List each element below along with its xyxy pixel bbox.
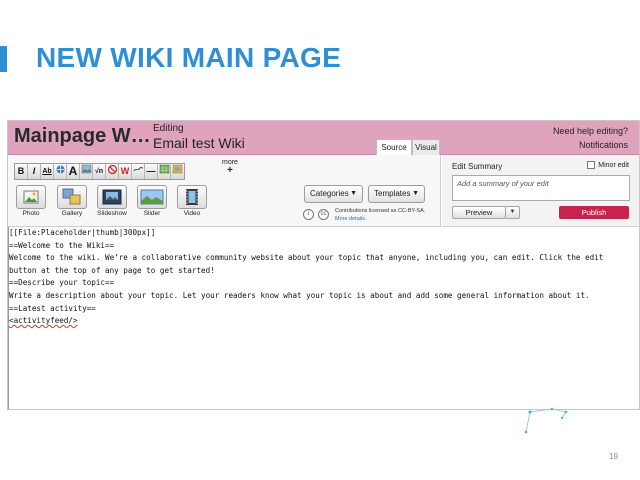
horizontal-rule-icon[interactable]: — bbox=[145, 164, 158, 179]
slideshow-icon bbox=[97, 185, 127, 209]
publish-button[interactable]: Publish bbox=[559, 206, 629, 219]
editor-gutter-line bbox=[8, 227, 9, 409]
slide-title: NEW WIKI MAIN PAGE bbox=[36, 42, 342, 73]
categories-dropdown[interactable]: Categories ▼ bbox=[304, 185, 363, 203]
minor-edit-label: Minor edit bbox=[598, 161, 629, 169]
page-number: 19 bbox=[609, 452, 618, 461]
editor-line: ==Welcome to the Wiki== bbox=[9, 240, 115, 250]
video-button[interactable]: Video bbox=[175, 185, 209, 221]
external-link-icon[interactable] bbox=[54, 164, 67, 179]
editor-line: Welcome to the wiki. We’re a collaborati… bbox=[9, 253, 604, 263]
editor-line: [[File:Placeholder|thumb|300px]] bbox=[9, 228, 156, 237]
editing-label: Editing bbox=[153, 123, 184, 134]
source-editor[interactable]: [[File:Placeholder|thumb|300px]] ==Welco… bbox=[8, 227, 639, 409]
templates-label: Templates bbox=[374, 189, 411, 198]
gallery-label: Gallery bbox=[61, 210, 83, 217]
format-toolbar: B I Ab A √n W — bbox=[14, 163, 185, 180]
photo-label: Photo bbox=[22, 210, 40, 217]
gallery-button[interactable]: Gallery bbox=[55, 185, 89, 221]
edit-summary-label: Edit Summary bbox=[452, 162, 503, 171]
plus-icon: + bbox=[227, 165, 233, 176]
signature-icon[interactable]: W bbox=[119, 164, 132, 179]
categories-label: Categories bbox=[310, 189, 349, 198]
wiki-editor-screenshot: Mainpage W… Editing Email test Wiki Need… bbox=[7, 120, 640, 410]
caret-down-icon: ▼ bbox=[350, 190, 357, 197]
editor-line: ==Describe your topic== bbox=[9, 278, 115, 288]
bold-icon[interactable]: B bbox=[15, 164, 28, 179]
video-icon bbox=[177, 185, 207, 209]
table-icon[interactable] bbox=[158, 164, 171, 179]
templates-dropdown[interactable]: Templates ▼ bbox=[368, 185, 425, 203]
page-name: Mainpage W… bbox=[14, 125, 151, 147]
picture-icon[interactable] bbox=[80, 164, 93, 179]
heading-icon[interactable]: A bbox=[67, 164, 80, 179]
editor-line: <activityfeed/> bbox=[9, 316, 78, 326]
help-editing-link[interactable]: Need help editing? bbox=[553, 126, 628, 136]
editor-line: ==Latest activity== bbox=[9, 303, 96, 313]
tab-source[interactable]: Source bbox=[376, 139, 412, 156]
license-icons: i cc bbox=[303, 209, 329, 220]
photo-icon bbox=[16, 185, 46, 209]
video-label: Video bbox=[183, 210, 201, 217]
preview-options-caret-icon[interactable]: ▼ bbox=[506, 206, 520, 219]
editor-line: button at the top of any page to get sta… bbox=[9, 265, 215, 275]
editor-line: Write a description about your topic. Le… bbox=[9, 290, 590, 300]
more-button[interactable]: more + bbox=[222, 159, 238, 176]
cc-icon: cc bbox=[318, 209, 329, 220]
slideshow-button[interactable]: Slideshow bbox=[95, 185, 129, 221]
strike-icon[interactable] bbox=[132, 164, 145, 179]
no-wiki-icon[interactable] bbox=[106, 164, 119, 179]
constellation-decoration bbox=[524, 407, 568, 434]
slider-label: Slider bbox=[143, 210, 161, 217]
italic-icon[interactable]: I bbox=[28, 164, 41, 179]
slider-icon bbox=[137, 185, 167, 209]
preview-button[interactable]: Preview bbox=[452, 206, 506, 219]
notifications-link[interactable]: Notifications bbox=[579, 140, 628, 150]
tab-visual[interactable]: Visual bbox=[412, 139, 440, 155]
slideshow-label: Slideshow bbox=[97, 210, 127, 217]
checkbox-icon[interactable] bbox=[587, 161, 596, 169]
editor-top-bar: Mainpage W… Editing Email test Wiki Need… bbox=[8, 121, 639, 156]
slider-button[interactable]: Slider bbox=[135, 185, 169, 221]
license-notice: Contributions licensed as CC-BY-SA. More… bbox=[335, 207, 425, 223]
math-icon[interactable]: √n bbox=[93, 164, 106, 179]
title-accent-bar bbox=[0, 46, 7, 72]
gallery-icon bbox=[57, 185, 87, 209]
link-icon[interactable]: Ab bbox=[41, 164, 54, 179]
license-text: Contributions licensed as CC-BY-SA. bbox=[335, 208, 426, 214]
license-more-link[interactable]: More details. bbox=[335, 215, 425, 223]
editing-title: Email test Wiki bbox=[153, 135, 245, 151]
caret-down-icon: ▼ bbox=[412, 190, 419, 197]
photo-button[interactable]: Photo bbox=[14, 185, 48, 221]
edit-summary-input[interactable]: Add a summary of your edit bbox=[452, 175, 630, 201]
minor-edit-checkbox[interactable]: Minor edit bbox=[587, 161, 629, 169]
edit-summary-panel: Edit Summary Minor edit Add a summary of… bbox=[442, 155, 639, 227]
gallery-add-icon[interactable] bbox=[171, 164, 184, 179]
cc-by-icon: i bbox=[303, 209, 314, 220]
